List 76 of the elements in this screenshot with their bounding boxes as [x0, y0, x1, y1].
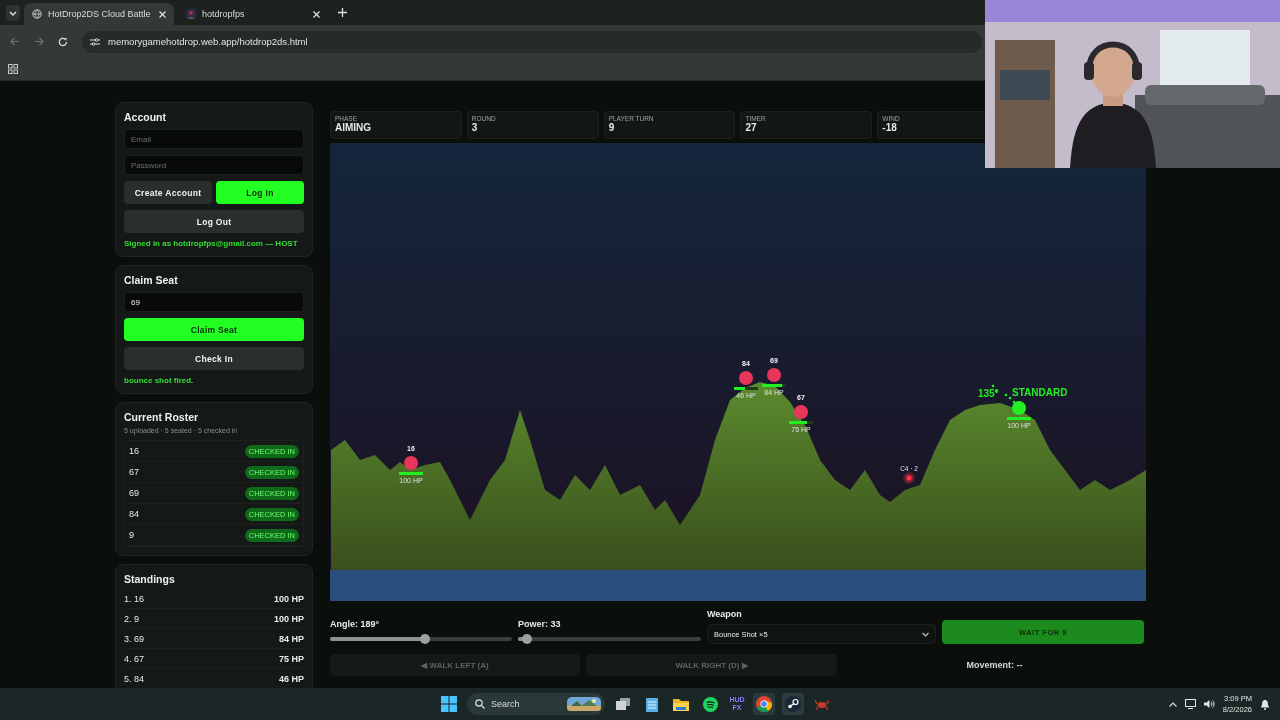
password-field[interactable]: Password — [124, 155, 304, 175]
player-name: 67 — [129, 467, 139, 477]
email-field[interactable]: Email — [124, 129, 304, 149]
log-out-button[interactable]: Log Out — [124, 210, 304, 233]
standing-hp: 46 HP — [279, 673, 304, 684]
standing-player: 4. 67 — [124, 653, 145, 664]
stat-value: AIMING — [335, 122, 373, 133]
close-icon[interactable] — [159, 10, 166, 18]
forward-arrow-icon[interactable] — [34, 37, 44, 46]
power-slider[interactable] — [518, 634, 701, 644]
game-launcher-icon[interactable] — [782, 693, 804, 715]
health-bar — [399, 472, 423, 475]
chevron-down-icon — [922, 631, 929, 637]
slider-label: Angle: 189° — [330, 619, 381, 629]
player-name: 16 — [129, 446, 139, 456]
health-bar — [762, 384, 786, 387]
stat-value: 27 — [745, 122, 758, 133]
movement-label: Movement: -- — [966, 660, 1023, 670]
mine-icon — [902, 471, 916, 485]
plus-icon[interactable] — [338, 8, 347, 17]
windows-icon[interactable] — [438, 693, 460, 715]
claim-seat-button[interactable]: Claim Seat — [124, 318, 304, 341]
health-bar — [734, 387, 758, 390]
player-name: 69 — [129, 488, 139, 498]
health-bar — [789, 421, 813, 424]
create-account-button[interactable]: Create Account — [124, 181, 212, 204]
tab-list-button[interactable] — [6, 5, 20, 21]
browser-tab[interactable]: hotdropfps — [178, 3, 328, 25]
health-bar — [1007, 417, 1031, 420]
close-icon[interactable] — [313, 10, 320, 18]
search-icon — [475, 699, 485, 709]
slider-label: Power: 33 — [518, 619, 562, 629]
apps-grid-icon[interactable] — [8, 64, 18, 74]
standing-hp: 84 HP — [279, 633, 304, 644]
slider-thumb[interactable] — [419, 634, 430, 644]
angle-label: 135° — [978, 388, 999, 399]
standing-player: 1. 16 — [124, 593, 145, 604]
chevron-up-icon[interactable] — [1168, 701, 1177, 707]
weapon-field-label: Weapon — [707, 609, 743, 619]
angle-slider[interactable] — [330, 634, 512, 644]
panel-title: Account — [124, 111, 167, 123]
weapon-label: STANDARD — [1012, 387, 1068, 398]
player-name: 84 — [129, 509, 139, 519]
standing-hp: 100 HP — [273, 593, 304, 604]
stat-value: -18 — [882, 122, 898, 133]
log-in-button[interactable]: Log In — [216, 181, 304, 204]
panel-title: Claim Seat — [124, 274, 179, 286]
standing-hp: 75 HP — [279, 653, 304, 664]
site-settings-icon[interactable] — [90, 37, 100, 46]
seat-field[interactable]: 69 — [124, 292, 304, 312]
display-icon[interactable] — [1184, 699, 1196, 709]
check-in-button[interactable]: Check In — [124, 347, 304, 370]
player-name: 9 — [129, 530, 134, 540]
browser-tab[interactable]: HotDrop2DS Cloud Battle — [24, 3, 174, 25]
panel-title: Standings — [124, 573, 176, 585]
status-message: Signed in as hotdropfps@gmail.com — HOST — [124, 239, 299, 248]
stat-value: 3 — [471, 122, 479, 133]
stat-value: 9 — [608, 122, 616, 133]
standing-player: 5. 84 — [124, 673, 145, 684]
avatar-icon — [186, 9, 196, 19]
browser-app-icon[interactable] — [753, 693, 775, 715]
panel-title: Current Roster — [124, 411, 200, 423]
standing-player: 3. 69 — [124, 633, 145, 644]
taskbar-search[interactable]: Search — [467, 693, 605, 715]
reload-icon[interactable] — [58, 36, 68, 47]
chevron-down-icon — [9, 10, 17, 16]
bell-icon[interactable] — [1260, 698, 1270, 710]
globe-icon — [32, 9, 42, 19]
address-bar[interactable]: memorygamehotdrop.web.app/hotdrop2ds.html — [82, 30, 982, 53]
status-message: bounce shot fired. — [124, 376, 195, 385]
volume-icon[interactable] — [1203, 699, 1215, 709]
url-text: memorygamehotdrop.web.app/hotdrop2ds.html — [108, 36, 308, 47]
standing-player: 2. 9 — [124, 613, 139, 624]
standing-hp: 100 HP — [273, 613, 304, 624]
back-arrow-icon[interactable] — [10, 37, 20, 46]
slider-thumb[interactable] — [522, 634, 533, 644]
